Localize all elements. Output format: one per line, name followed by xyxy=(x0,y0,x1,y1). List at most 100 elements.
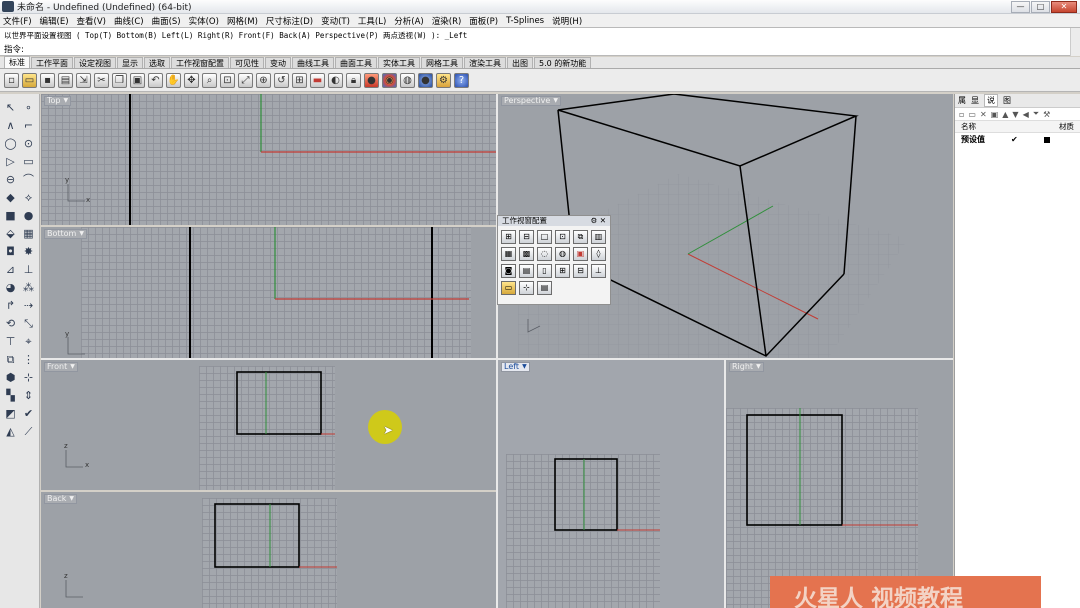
boolean-icon[interactable]: ◘ xyxy=(3,244,18,260)
menu-transform[interactable]: 变动(T) xyxy=(321,15,350,27)
zoom-selected-icon[interactable]: ⊕ xyxy=(256,72,271,88)
text-icon[interactable]: ⌖ xyxy=(21,334,36,350)
tab-display[interactable]: 显示 xyxy=(117,57,143,68)
polygon-icon[interactable]: ▷ xyxy=(3,154,18,170)
import-icon[interactable]: ⇲ xyxy=(76,72,91,88)
menu-tools[interactable]: 工具(L) xyxy=(358,15,386,27)
viewport-plane-icon[interactable]: ⊥ xyxy=(591,264,606,278)
paste-icon[interactable]: ▣ xyxy=(130,72,145,88)
menu-help[interactable]: 说明(H) xyxy=(552,15,582,27)
material-icon[interactable]: ◉ xyxy=(382,72,397,88)
tab-cplanes[interactable]: 工作平面 xyxy=(31,57,73,68)
tab-standard[interactable]: 标准 xyxy=(4,56,30,68)
undo-view-icon[interactable]: ↺ xyxy=(274,72,289,88)
filter-icon[interactable]: ⏷ xyxy=(1033,109,1039,119)
environment-icon[interactable]: ◍ xyxy=(400,72,415,88)
array-icon[interactable]: ⋮ xyxy=(21,352,36,368)
select-arrow-icon[interactable]: ↖ xyxy=(3,100,18,116)
cut-icon[interactable]: ✂ xyxy=(94,72,109,88)
rotate-view-icon[interactable]: ✥ xyxy=(184,72,199,88)
rotate-icon[interactable]: ⟲ xyxy=(3,316,18,332)
viewport-left[interactable]: Left ▼ xyxy=(498,360,724,608)
analyze-icon[interactable]: ◩ xyxy=(3,406,18,422)
floating-toolbar-titlebar[interactable]: 工作视窗配置 ⚙ ✕ xyxy=(498,216,610,226)
hide-icon[interactable]: ◐ xyxy=(328,72,343,88)
tools-icon[interactable]: ⚒ xyxy=(1043,110,1050,119)
close-button[interactable]: ✕ xyxy=(1051,1,1077,13)
menu-solid[interactable]: 实体(O) xyxy=(189,15,219,27)
viewport-zoom-icon[interactable]: ⊹ xyxy=(519,281,534,295)
viewport-right[interactable]: Right ▼ xyxy=(726,360,953,608)
split-icon[interactable]: ⊥ xyxy=(21,262,36,278)
tab-transform[interactable]: 变动 xyxy=(265,57,291,68)
edit-points-icon[interactable]: ⟋ xyxy=(21,424,36,440)
render-preview-icon[interactable]: ◭ xyxy=(3,424,18,440)
viewport-new-icon[interactable]: ▯ xyxy=(537,264,552,278)
layer-row[interactable]: 预设值 ✔ xyxy=(955,133,1080,146)
polyline-icon[interactable]: ∧ xyxy=(3,118,18,134)
tab-viewport-layout[interactable]: 工作视窗配置 xyxy=(171,57,229,68)
sphere-icon[interactable]: ● xyxy=(418,72,433,88)
check-icon[interactable]: ✔ xyxy=(21,406,36,422)
three-viewports-icon[interactable]: ⊟ xyxy=(519,230,534,244)
viewport-title-perspective[interactable]: Perspective ▼ xyxy=(501,96,561,106)
layout-icon[interactable]: ▚ xyxy=(3,388,18,404)
save-icon[interactable]: ▪ xyxy=(40,72,55,88)
layer-color-swatch[interactable] xyxy=(1044,136,1050,143)
tab-visibility[interactable]: 可见性 xyxy=(230,57,264,68)
minimize-button[interactable]: — xyxy=(1011,1,1030,13)
menu-curve[interactable]: 曲线(C) xyxy=(114,15,144,27)
menu-tsplines[interactable]: T-Splines xyxy=(506,16,544,26)
lock-icon[interactable]: 🔒︎ xyxy=(346,72,361,88)
point-icon[interactable]: ∘ xyxy=(21,100,36,116)
tab-properties[interactable]: 属 xyxy=(958,95,966,106)
current-layer-check-icon[interactable]: ✔ xyxy=(1011,135,1018,144)
viewport-title-top[interactable]: Top ▼ xyxy=(44,96,72,106)
tab-new-in-v5[interactable]: 5.0 的新功能 xyxy=(534,57,592,68)
viewport-splitter[interactable] xyxy=(496,94,498,608)
viewport-tile-icon[interactable]: ⊞ xyxy=(555,264,570,278)
viewport-properties-icon[interactable]: ◊ xyxy=(591,247,606,261)
zoom-window-icon[interactable]: ⊡ xyxy=(220,72,235,88)
curve-icon[interactable]: ⌐ xyxy=(21,118,36,134)
menu-edit[interactable]: 编辑(E) xyxy=(40,15,69,27)
ellipse-icon[interactable]: ⊙ xyxy=(21,136,36,152)
delete-layer-icon[interactable]: ✕ xyxy=(980,110,987,119)
menu-surface[interactable]: 曲面(S) xyxy=(152,15,181,27)
undo-icon[interactable]: ↶ xyxy=(148,72,163,88)
column-name[interactable]: 名称 xyxy=(961,121,976,132)
command-scrollbar[interactable] xyxy=(1070,28,1080,56)
viewport-back[interactable]: z Back ▼ xyxy=(41,492,496,608)
tab-select[interactable]: 选取 xyxy=(144,57,170,68)
viewport-sync-icon[interactable]: ⊟ xyxy=(573,264,588,278)
floating-toolbar-controls[interactable]: ⚙ ✕ xyxy=(591,216,606,226)
circle-icon[interactable]: ◯ xyxy=(3,136,18,152)
menu-dimension[interactable]: 尺寸标注(D) xyxy=(266,15,313,27)
split-horizontal-icon[interactable]: ⊡ xyxy=(555,230,570,244)
menu-panels[interactable]: 面板(P) xyxy=(469,15,498,27)
copy-icon[interactable]: ❐ xyxy=(112,72,127,88)
arc-icon[interactable]: ⊖ xyxy=(3,172,18,188)
viewport-lens-icon[interactable]: ◍ xyxy=(555,247,570,261)
viewport-print-icon[interactable]: ▤ xyxy=(537,281,552,295)
viewport-front[interactable]: z x Front ▼ xyxy=(41,360,496,490)
tab-render-tools[interactable]: 渲染工具 xyxy=(464,57,506,68)
help-icon[interactable]: ? xyxy=(454,72,469,88)
viewport-color-icon[interactable]: ▣ xyxy=(573,247,588,261)
explode-icon[interactable]: ✸ xyxy=(21,244,36,260)
viewport-title-front[interactable]: Front ▼ xyxy=(44,362,78,372)
viewport-open-icon[interactable]: ▭ xyxy=(501,281,516,295)
tab-drafting[interactable]: 出图 xyxy=(507,57,533,68)
layer-icon[interactable]: ▬ xyxy=(310,72,325,88)
menu-mesh[interactable]: 网格(M) xyxy=(227,15,258,27)
menu-view[interactable]: 查看(V) xyxy=(77,15,106,27)
render-icon[interactable]: ● xyxy=(364,72,379,88)
extrude-icon[interactable]: ⬙ xyxy=(3,226,18,242)
fillet-icon[interactable]: ⌒ xyxy=(21,172,36,188)
four-view-icon[interactable]: ⊞ xyxy=(292,72,307,88)
cube-view-icon[interactable]: ⬢ xyxy=(3,370,18,386)
tab-layers[interactable]: 图 xyxy=(1003,95,1011,106)
viewport-layout-floating-toolbar[interactable]: 工作视窗配置 ⚙ ✕ ⊞ ⊟ □ ⊡ ⧉ ▥ ▦ ▩ ◌ ◍ ▣ ◊ ◙ ▤ ▯… xyxy=(497,215,611,305)
tab-display-panel[interactable]: 显 xyxy=(971,95,979,106)
mesh-icon[interactable]: ▦ xyxy=(21,226,36,242)
